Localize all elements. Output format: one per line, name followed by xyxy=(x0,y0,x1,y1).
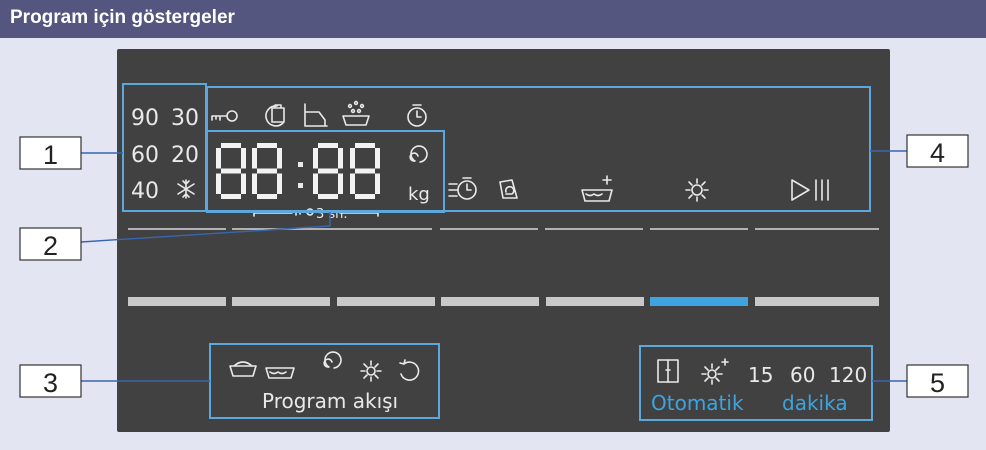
callout-number-5: 5 xyxy=(930,368,945,398)
selection-bar-segment xyxy=(232,297,330,306)
digit-segment xyxy=(318,143,338,148)
selection-bar-segment xyxy=(337,297,435,306)
display-colon xyxy=(298,162,303,188)
digit-segment xyxy=(355,194,375,199)
diagram-stage: Program için göstergeler 90 30 60 20 40 xyxy=(0,0,986,450)
temperature-30: 30 xyxy=(171,106,199,131)
selection-bar-segment xyxy=(546,297,644,306)
callout-number-4: 4 xyxy=(930,138,945,168)
snowflake-icon xyxy=(177,179,195,199)
digit-segment xyxy=(221,143,241,148)
digit-segment xyxy=(318,194,338,199)
digit-segment xyxy=(216,148,221,169)
spin-flow-icon xyxy=(323,351,342,369)
digit-segment xyxy=(313,173,318,194)
stain-icon xyxy=(265,104,285,127)
callout-number-3: 3 xyxy=(43,368,58,398)
dry-plus-icon xyxy=(701,358,729,385)
digit-segment xyxy=(241,173,246,194)
spin-icon xyxy=(409,145,428,163)
callout-number-1: 1 xyxy=(43,140,58,170)
prewash-icon xyxy=(342,100,370,126)
add-detergent-icon xyxy=(581,175,613,202)
digit-segment xyxy=(338,173,343,194)
digit-segment xyxy=(355,143,375,148)
digit-segment xyxy=(257,143,277,148)
timer-icon xyxy=(407,104,427,127)
cycle-icon xyxy=(399,359,420,381)
digit-segment xyxy=(221,194,241,199)
selection-bar-segment-active xyxy=(650,297,748,306)
digit-segment xyxy=(257,168,277,174)
digit-segment xyxy=(252,173,257,194)
selection-bar-segment xyxy=(755,297,879,306)
temperature-20: 20 xyxy=(171,143,199,168)
panel-diagram: 90 30 60 20 40 kg 3 sn. Program akışı 15… xyxy=(19,83,969,421)
dry-flow-icon xyxy=(360,360,382,382)
option-120: 120 xyxy=(829,363,867,387)
program-flow-label: Program akışı xyxy=(262,389,398,413)
digit-segment xyxy=(252,148,257,169)
temperature-90: 90 xyxy=(131,106,159,131)
door-icon xyxy=(657,359,679,383)
start-pause-icon xyxy=(791,179,829,201)
digit-segment xyxy=(257,194,277,199)
prewash-flow-icon xyxy=(229,361,257,377)
digit-segment xyxy=(241,148,246,169)
digit-segment xyxy=(216,173,221,194)
weight-unit: kg xyxy=(408,184,430,205)
highlight-box-4 xyxy=(206,86,871,212)
callout-number-2: 2 xyxy=(43,231,58,261)
minutes-label: dakika xyxy=(782,391,848,415)
hold-time-label: 3 sn. xyxy=(316,207,348,222)
selection-bar xyxy=(128,297,879,306)
digit-segment xyxy=(338,148,343,169)
dry-icon xyxy=(685,178,709,202)
leader-line-2 xyxy=(80,212,331,243)
rinse-hold-icon xyxy=(304,103,328,127)
digit-segment xyxy=(350,173,355,194)
digit-segment xyxy=(318,168,338,174)
seven-segment-display xyxy=(216,143,380,199)
digit-segment xyxy=(277,148,282,169)
digit-segment xyxy=(375,173,380,194)
speed-timer-icon xyxy=(448,177,477,200)
digit-segment xyxy=(355,168,375,174)
selection-bar-segment xyxy=(128,297,226,306)
option-60: 60 xyxy=(790,363,815,387)
digit-segment xyxy=(313,148,318,169)
temperature-60: 60 xyxy=(131,143,159,168)
option-15: 15 xyxy=(748,363,773,387)
wash-flow-icon xyxy=(265,367,295,379)
selection-bar-segment xyxy=(441,297,539,306)
eco-icon xyxy=(499,179,518,199)
temperature-40: 40 xyxy=(131,179,159,204)
digit-segment xyxy=(350,148,355,169)
digit-segment xyxy=(375,148,380,169)
key-lock-icon xyxy=(211,110,238,122)
digit-segment xyxy=(221,168,241,174)
automatic-label: Otomatik xyxy=(651,391,744,415)
digit-segment xyxy=(277,173,282,194)
